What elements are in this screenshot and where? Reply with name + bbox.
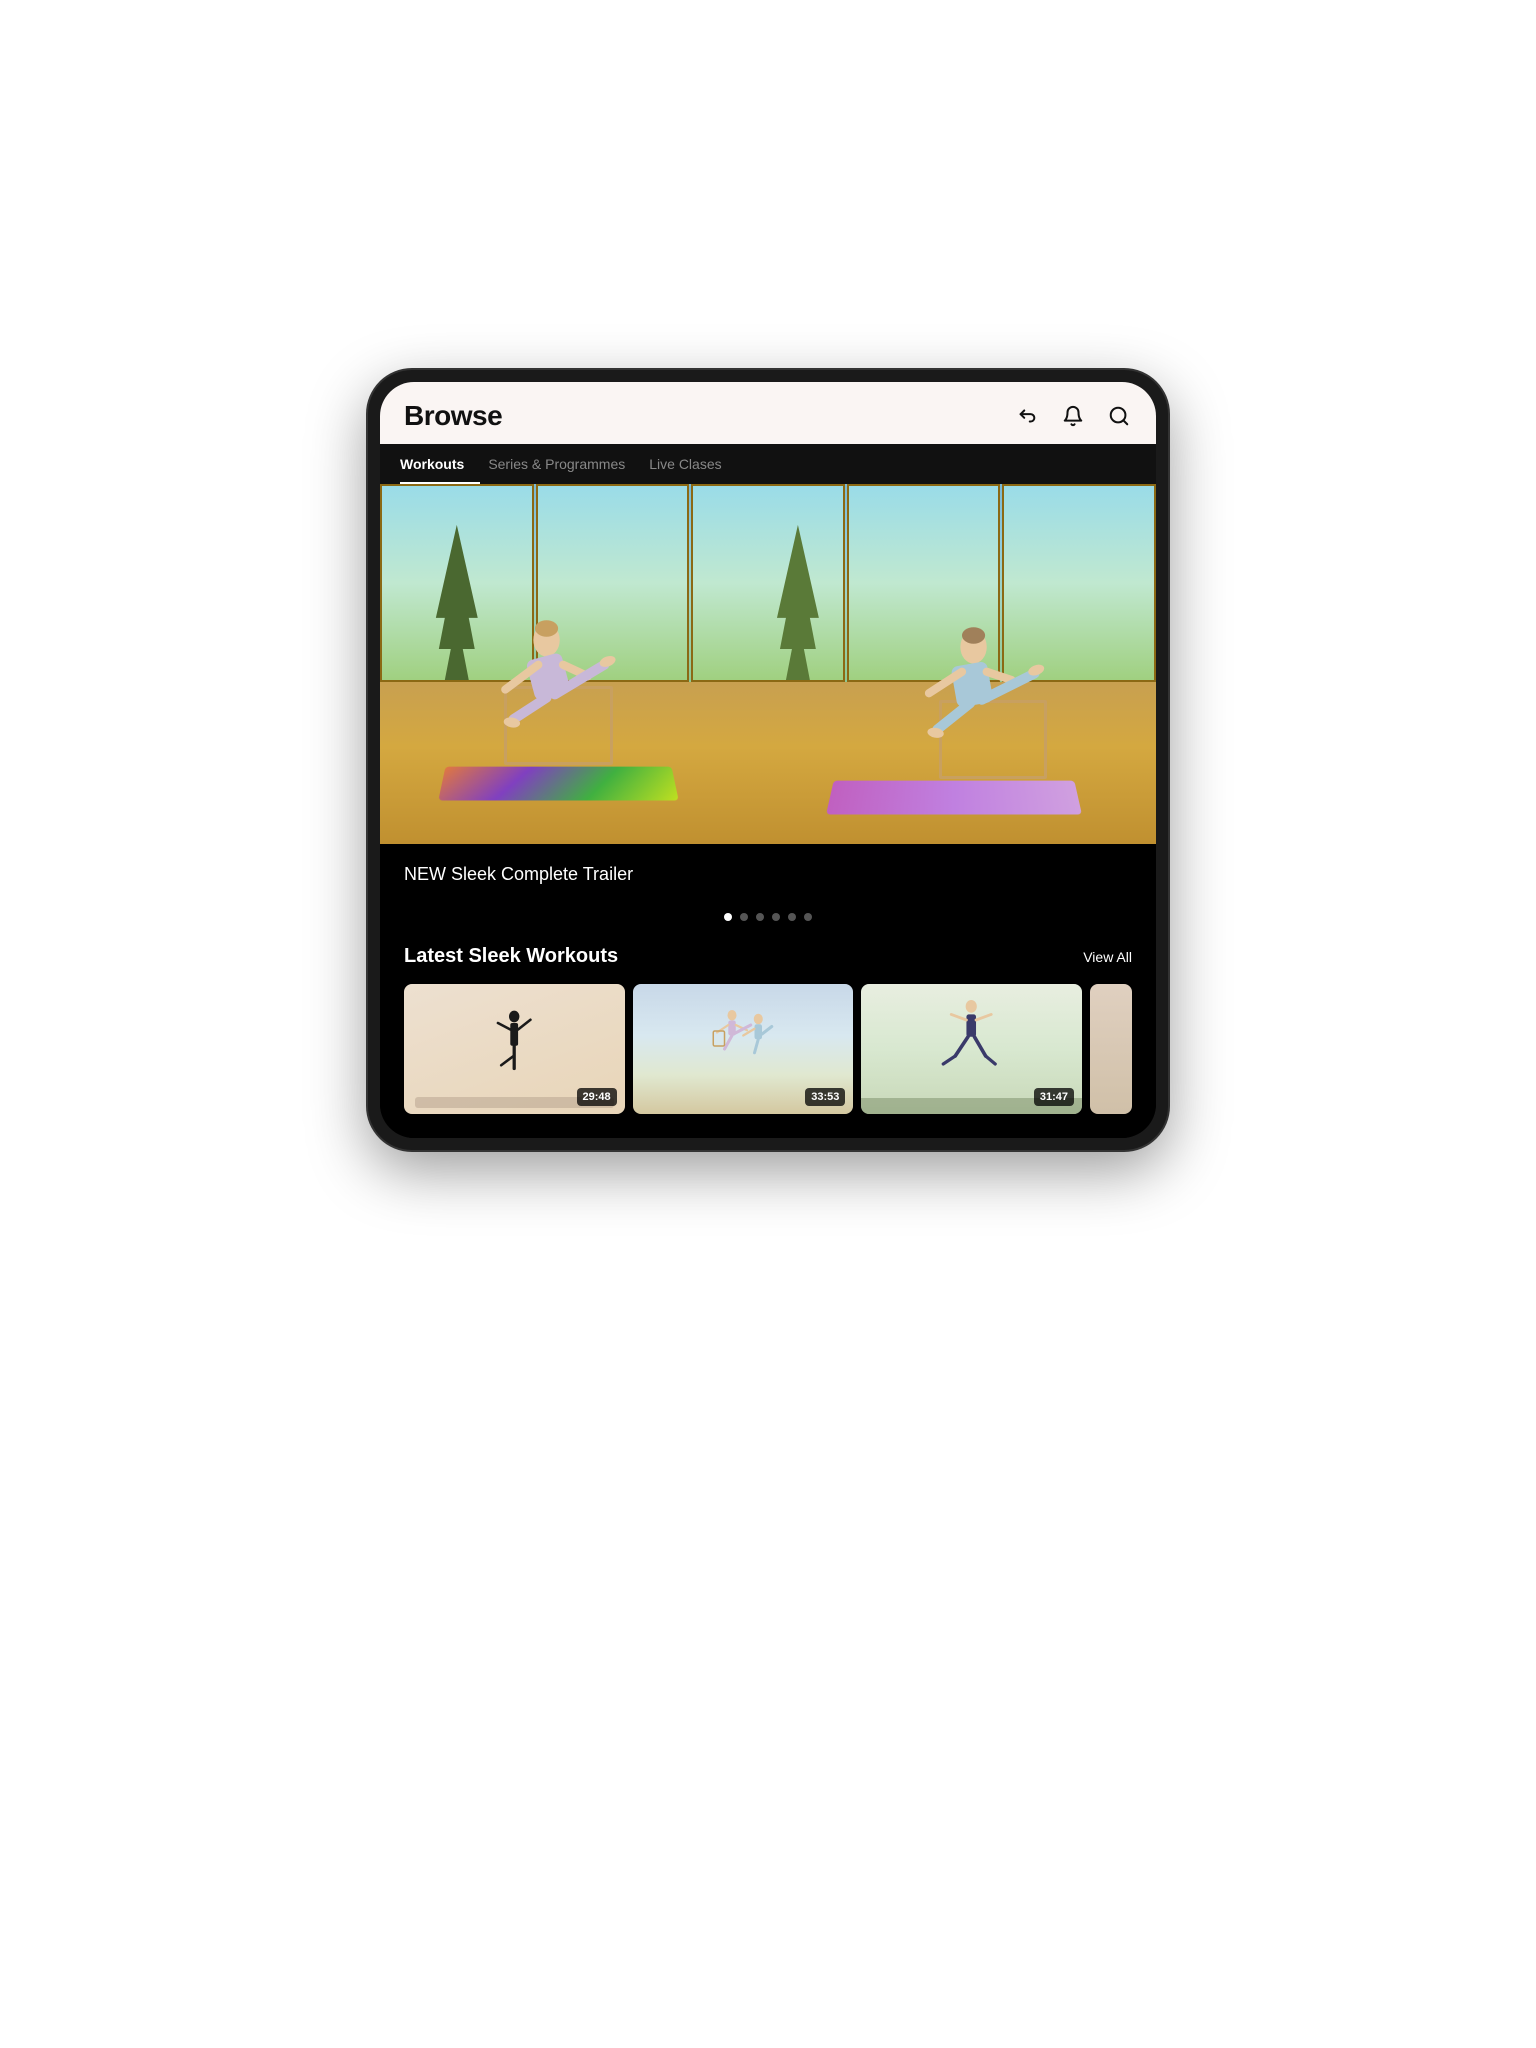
view-all-button[interactable]: View All bbox=[1083, 949, 1132, 965]
header-icons bbox=[1014, 403, 1132, 429]
tree-2 bbox=[768, 525, 828, 680]
latest-section-header: Latest Sleek Workouts View All bbox=[380, 941, 1156, 984]
search-button[interactable] bbox=[1106, 403, 1132, 429]
phone-screen: Browse bbox=[380, 382, 1156, 1138]
person-left bbox=[419, 574, 691, 772]
workout-card-1[interactable]: 29:48 bbox=[404, 984, 625, 1114]
app-header: Browse bbox=[380, 382, 1156, 444]
person-right bbox=[846, 581, 1118, 779]
duration-2: 33:53 bbox=[805, 1088, 845, 1106]
workout-card-2[interactable]: 33:53 bbox=[633, 984, 854, 1114]
hero-title: NEW Sleek Complete Trailer bbox=[404, 864, 1132, 885]
workout-grid: 29:48 bbox=[380, 984, 1156, 1138]
hero-section: NEW Sleek Complete Trailer bbox=[380, 484, 1156, 941]
window-pane-3 bbox=[691, 484, 845, 682]
dot-5[interactable] bbox=[788, 913, 796, 921]
phone-frame: Browse bbox=[368, 370, 1168, 1150]
back-button[interactable] bbox=[1014, 403, 1040, 429]
dot-2[interactable] bbox=[740, 913, 748, 921]
section-title: Latest Sleek Workouts bbox=[404, 945, 618, 968]
hero-image[interactable] bbox=[380, 484, 1156, 844]
page-title: Browse bbox=[404, 400, 502, 432]
nav-tabs: Workouts Series & Programmes Live Clases bbox=[380, 444, 1156, 484]
card-4-bg bbox=[1090, 984, 1132, 1114]
workout-card-4[interactable] bbox=[1090, 984, 1132, 1114]
yoga-mat-right bbox=[826, 781, 1082, 815]
hero-info: NEW Sleek Complete Trailer bbox=[380, 844, 1156, 901]
workout-card-3[interactable]: 31:47 bbox=[861, 984, 1082, 1114]
dot-4[interactable] bbox=[772, 913, 780, 921]
duration-3: 31:47 bbox=[1034, 1088, 1074, 1106]
duration-1: 29:48 bbox=[577, 1088, 617, 1106]
dot-6[interactable] bbox=[804, 913, 812, 921]
dot-1[interactable] bbox=[724, 913, 732, 921]
tab-series[interactable]: Series & Programmes bbox=[488, 444, 641, 484]
notification-button[interactable] bbox=[1060, 403, 1086, 429]
phone-wrapper: Browse bbox=[368, 370, 1168, 1150]
tab-live[interactable]: Live Clases bbox=[649, 444, 737, 484]
dot-3[interactable] bbox=[756, 913, 764, 921]
tab-workouts[interactable]: Workouts bbox=[400, 444, 480, 484]
carousel-dots bbox=[380, 901, 1156, 941]
